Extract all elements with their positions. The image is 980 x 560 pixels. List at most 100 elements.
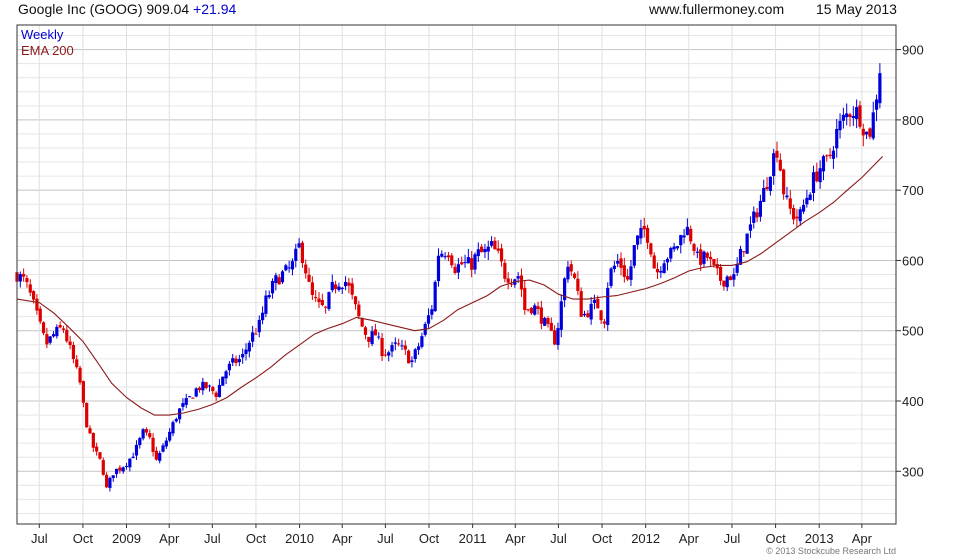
candle-body: [300, 242, 305, 264]
candle-body: [493, 240, 497, 250]
candle-body: [539, 307, 543, 324]
candle-body: [752, 211, 756, 223]
candle-body: [25, 278, 29, 283]
candle-body: [377, 336, 381, 338]
candle-body: [181, 403, 185, 407]
copyright-text: © 2013 Stockcube Research Ltd: [766, 546, 896, 556]
candle-body: [728, 276, 733, 281]
candle-body: [722, 280, 726, 287]
candle-body: [855, 107, 859, 119]
candle-body: [738, 248, 743, 265]
candle-body: [274, 275, 278, 284]
candle-body: [509, 283, 514, 285]
candle-body: [317, 298, 321, 303]
candle-body: [211, 386, 215, 392]
candle-body: [669, 248, 673, 259]
candle-body: [675, 246, 680, 249]
candle-body: [765, 186, 769, 190]
candle-body: [393, 342, 397, 344]
candle-body: [350, 283, 354, 295]
x-tick-label: Jul: [377, 531, 394, 546]
y-axis: 300 400 500 600 700 800 900: [896, 43, 924, 479]
candle-body: [453, 266, 457, 273]
candle-body: [314, 296, 318, 299]
candle-body: [672, 246, 676, 250]
candle-body: [194, 388, 198, 397]
x-tick-label: Apr: [852, 531, 873, 546]
candle-body: [224, 371, 228, 379]
x-tick-label: Oct: [73, 531, 94, 546]
candle-body: [865, 131, 869, 135]
candle-body: [861, 128, 865, 136]
candle-body: [284, 265, 288, 271]
candle-body: [450, 255, 454, 266]
candle-body: [373, 329, 378, 336]
candle-body: [280, 271, 285, 283]
candle-body: [383, 354, 387, 356]
candle-body: [247, 342, 251, 352]
candle-body: [652, 255, 656, 269]
candle-body: [105, 474, 109, 488]
candle-body: [476, 249, 480, 257]
legend-weekly: Weekly: [21, 27, 64, 42]
candle-body: [795, 216, 799, 219]
candle-body: [413, 349, 417, 360]
candle-body: [98, 452, 102, 459]
candle-body: [582, 313, 587, 316]
candle-body: [397, 343, 401, 345]
x-tick-label: Oct: [765, 531, 786, 546]
candle-body: [214, 392, 218, 397]
candle-body: [204, 382, 208, 389]
x-tick-label: 2013: [805, 531, 834, 546]
candle-body: [596, 298, 600, 309]
candle-body: [367, 336, 371, 342]
candle-body: [294, 248, 298, 261]
candle-body: [307, 274, 311, 282]
candle-body: [642, 225, 646, 230]
x-tick-label: 2010: [285, 531, 314, 546]
x-tick-label: Apr: [159, 531, 180, 546]
candle-body: [234, 358, 238, 364]
candle-body: [357, 304, 361, 317]
candle-body: [689, 228, 693, 242]
candle-body: [168, 431, 172, 441]
candle-body: [556, 328, 560, 345]
candle-body: [191, 397, 195, 399]
candle-body: [662, 263, 666, 274]
candle-body: [430, 309, 434, 315]
candle-body: [407, 350, 411, 364]
candle-body: [151, 437, 155, 452]
candle-body: [702, 251, 706, 264]
candle-body: [81, 381, 85, 403]
candle-body: [297, 243, 301, 248]
y-tick-label: 600: [902, 253, 924, 268]
y-tick-label: 700: [902, 183, 924, 198]
candle-body: [606, 287, 610, 325]
candle-body: [576, 278, 580, 291]
candle-body: [483, 248, 487, 253]
candle-body: [533, 305, 537, 315]
candle-body: [221, 376, 225, 386]
candle-body: [277, 277, 281, 285]
candle-body: [264, 295, 268, 314]
x-tick-label: Apr: [332, 531, 353, 546]
candle-body: [858, 105, 862, 127]
candle-body: [868, 128, 872, 137]
candle-body: [768, 176, 772, 192]
candle-body: [416, 346, 421, 350]
x-tick-label: Jul: [31, 531, 48, 546]
candle-body: [287, 267, 291, 269]
candle-body: [343, 281, 348, 287]
candle-body: [41, 322, 46, 334]
candle-body: [257, 319, 261, 333]
candle-body: [403, 345, 407, 350]
candle-body: [788, 198, 792, 209]
x-tick-label: Apr: [505, 531, 526, 546]
candle-body: [599, 310, 603, 321]
candle-body: [124, 465, 129, 467]
candle-body: [659, 270, 663, 273]
candle-body: [798, 209, 802, 222]
candle-body: [324, 306, 328, 308]
candle-body: [310, 282, 314, 295]
candle-body: [237, 359, 241, 363]
